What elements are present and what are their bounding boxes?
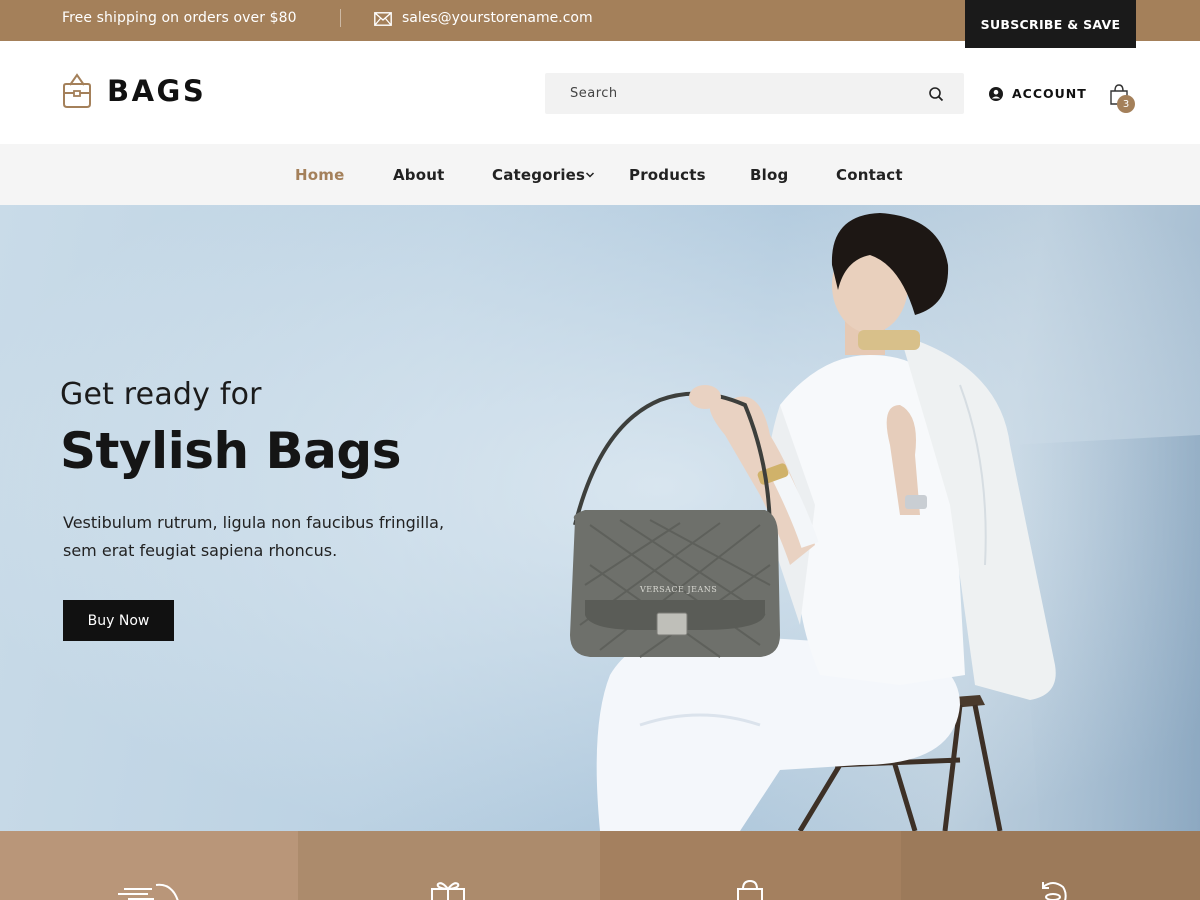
search-input[interactable] [545,73,915,114]
nav-item-categories[interactable]: Categories [492,166,585,184]
nav-item-home[interactable]: Home [295,166,344,184]
hero-banner: VERSACE JEANS Get ready for Stylish Bags… [0,205,1200,831]
buy-now-button[interactable]: Buy Now [63,600,174,641]
bag-brand: VERSACE JEANS [639,585,717,594]
shipping-notice: Free shipping on orders over $80 [62,10,297,26]
account-link[interactable]: ACCOUNT [989,86,1087,101]
feature-gift [298,831,600,900]
nav-item-products[interactable]: Products [629,166,706,184]
return-icon [1042,882,1067,900]
user-icon [989,86,1003,101]
bag-icon [737,879,763,900]
nav-item-blog[interactable]: Blog [750,166,788,184]
hero-description: Vestibulum rutrum, ligula non faucibus f… [63,513,445,560]
account-label: ACCOUNT [1012,86,1087,101]
chevron-down-icon[interactable] [585,171,595,179]
gift-icon [431,882,465,900]
feature-return [901,831,1200,900]
features-strip [0,831,1200,900]
store-email-link[interactable]: sales@yourstorename.com [402,10,593,26]
divider [340,9,341,27]
site-logo[interactable]: BAGS [107,74,206,108]
delivery-icon [118,883,179,900]
nav-item-about[interactable]: About [393,166,445,184]
main-nav: Home About Categories Products Blog Cont… [0,144,1200,205]
subscribe-button[interactable]: SUBSCRIBE & SAVE [965,0,1136,48]
mail-icon [374,12,392,26]
feature-delivery [0,831,298,900]
cart-count-badge: 3 [1117,95,1135,113]
hero-kicker: Get ready for [60,377,262,412]
hero-headline: Stylish Bags [60,422,401,480]
search-bar [545,73,964,114]
bag-icon[interactable] [61,71,93,109]
feature-bag [600,831,901,900]
search-icon[interactable] [924,82,948,106]
nav-item-contact[interactable]: Contact [836,166,903,184]
